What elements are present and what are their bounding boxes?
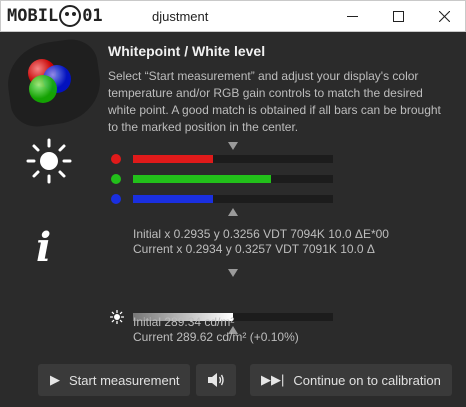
whitepoint-current: Current x 0.2934 y 0.3257 VDT 7091K 10.0…: [133, 242, 375, 256]
luminance-initial: Initial 289.34 cd/m²: [133, 315, 235, 329]
instructions-text: Select “Start measurement” and adjust yo…: [108, 69, 441, 134]
blue-bar-fill: [133, 195, 213, 203]
minimize-icon: [346, 16, 358, 17]
window-title: djustment: [152, 9, 209, 24]
play-icon: ▶: [50, 372, 60, 387]
info-icon: i: [36, 224, 52, 271]
red-bar-fill: [133, 155, 213, 163]
luminance-current: Current 289.62 cd/m² (+0.10%): [133, 330, 299, 344]
speaker-icon: [208, 373, 224, 387]
page-heading: Whitepoint / White level: [108, 43, 266, 59]
rgb-circles-icon: [28, 59, 71, 103]
close-icon: [438, 11, 450, 22]
green-bar: [133, 175, 333, 183]
watermark-logo: MOBIL 01: [7, 5, 103, 27]
title-bar: MOBIL 01 djustment: [0, 0, 466, 32]
maximize-icon: [392, 11, 404, 22]
sound-toggle-button[interactable]: [196, 364, 236, 396]
main-panel: Whitepoint / White level Select “Start m…: [0, 32, 466, 407]
close-button[interactable]: [421, 1, 466, 32]
start-measurement-button[interactable]: ▶ Start measurement: [38, 364, 190, 396]
target-marker-bottom: [228, 208, 238, 216]
small-sun-icon: [110, 310, 124, 324]
luminance-marker-top: [228, 269, 238, 277]
red-dot: [111, 154, 121, 164]
continue-calibration-button[interactable]: ▶▶| Continue on to calibration: [250, 364, 452, 396]
blue-bar: [133, 195, 333, 203]
green-bar-fill: [133, 175, 271, 183]
skip-forward-icon: ▶▶|: [261, 372, 285, 387]
target-marker-top: [228, 142, 238, 150]
start-measurement-label: Start measurement: [69, 372, 180, 388]
minimize-button[interactable]: [329, 1, 375, 32]
continue-calibration-label: Continue on to calibration: [293, 372, 441, 388]
whitepoint-initial: Initial x 0.2935 y 0.3256 VDT 7094K 10.0…: [133, 227, 389, 241]
blue-dot: [111, 194, 121, 204]
red-bar: [133, 155, 333, 163]
brightness-sun-icon: [26, 138, 72, 184]
green-dot: [111, 174, 121, 184]
maximize-button[interactable]: [375, 1, 421, 32]
